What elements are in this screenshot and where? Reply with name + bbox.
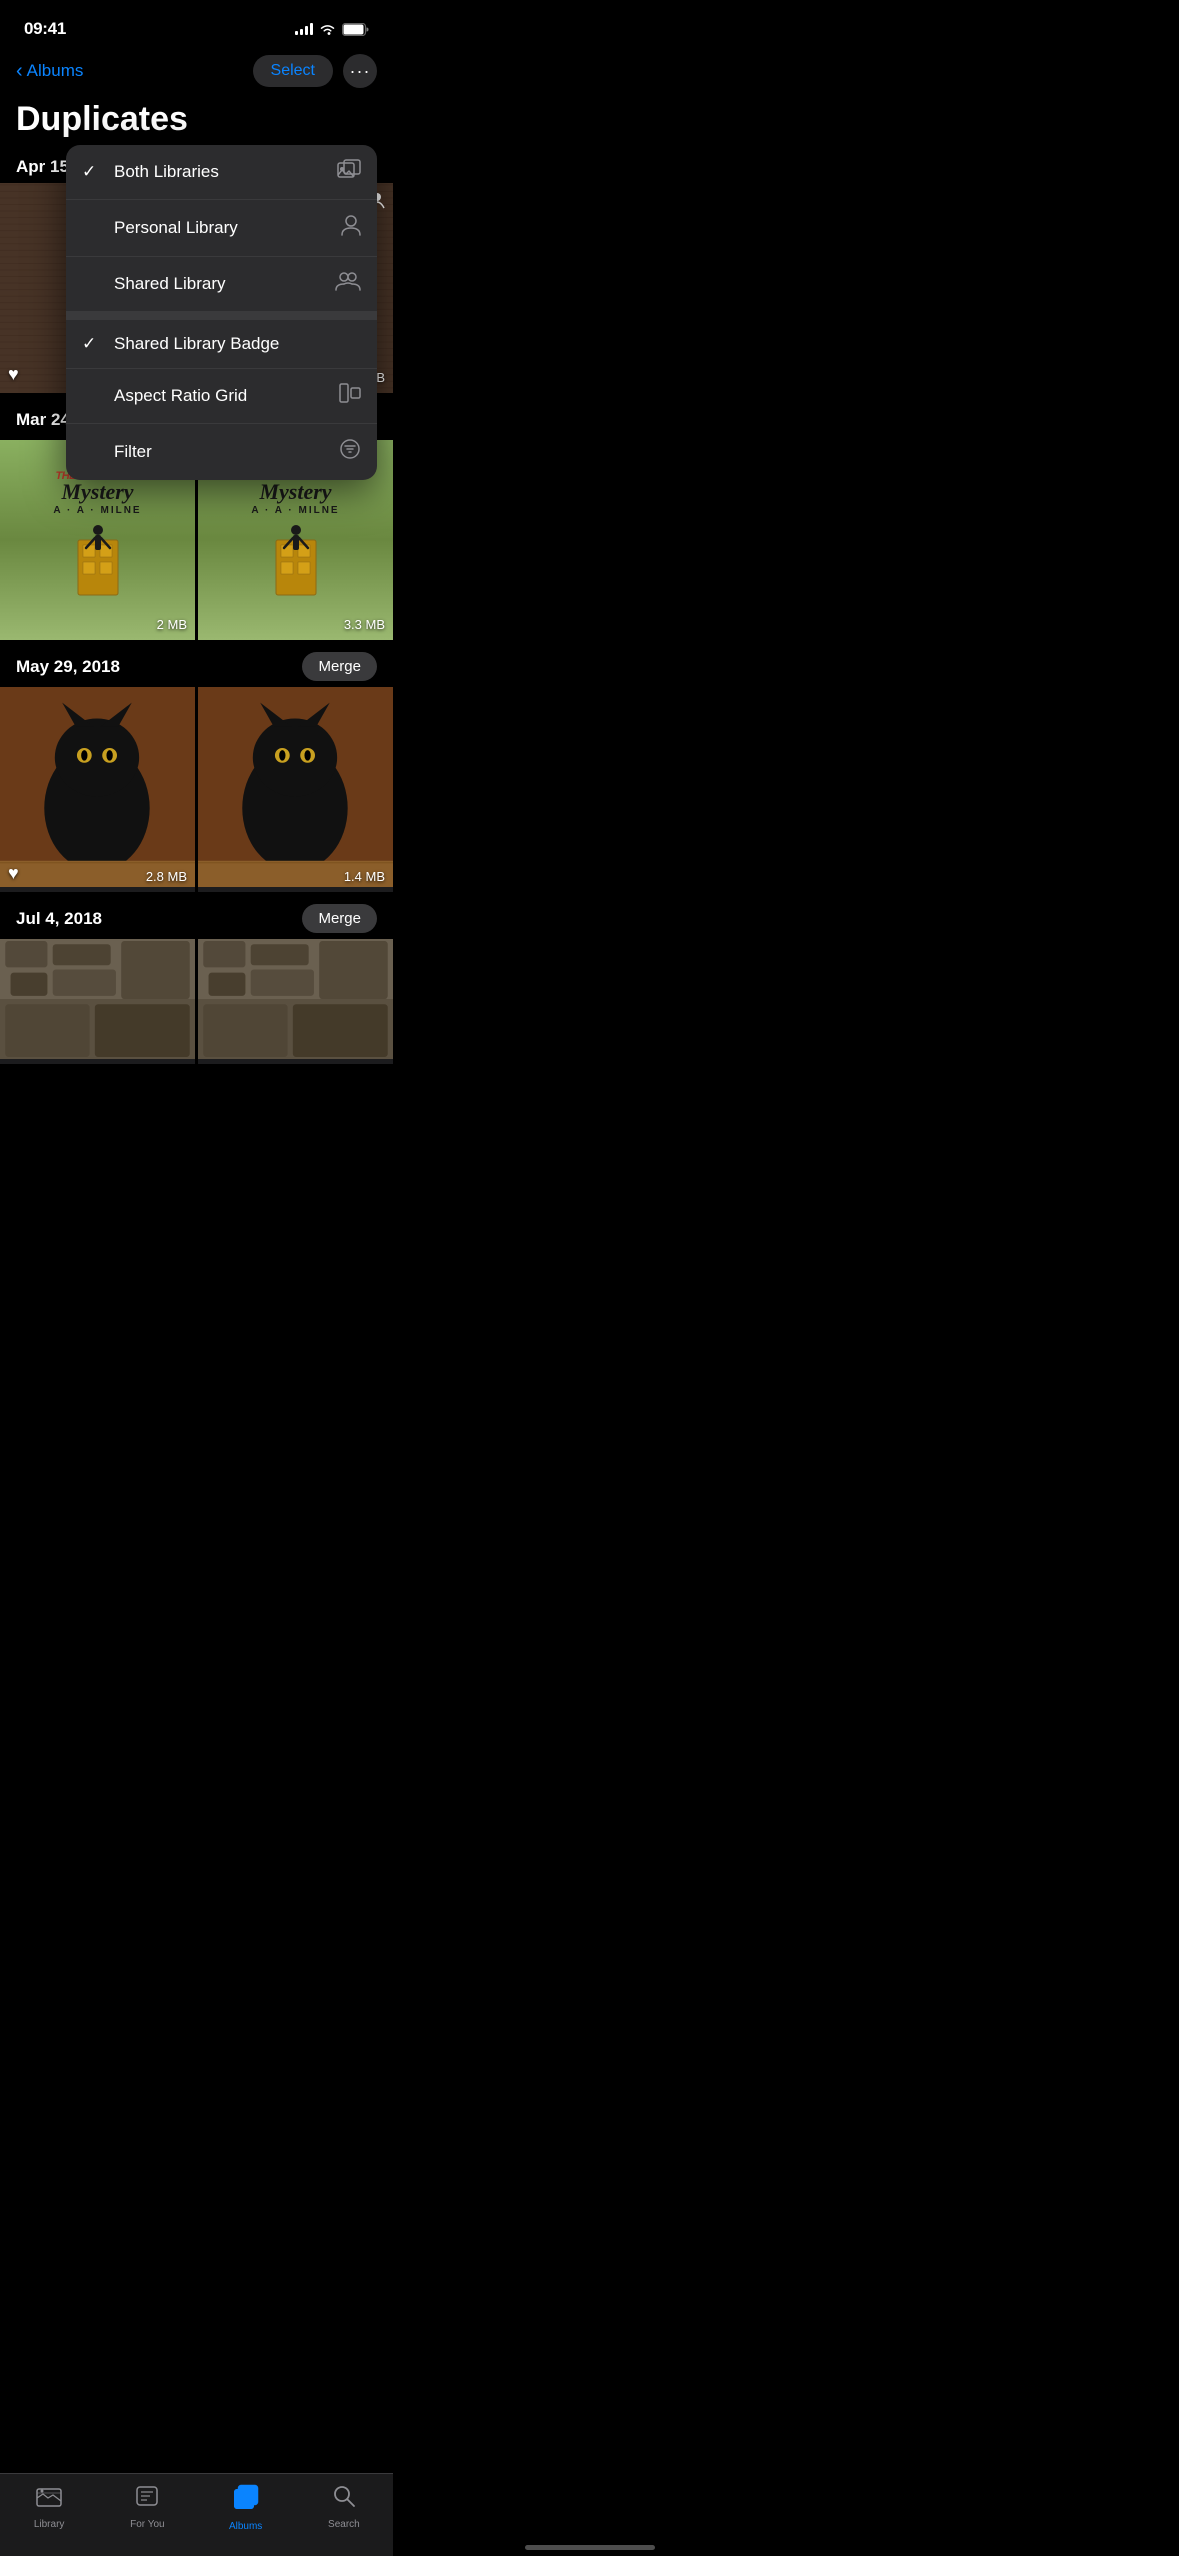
chevron-left-icon: ‹	[16, 61, 23, 81]
merge-button-2[interactable]: Merge	[302, 652, 377, 681]
dropdown-item-both-libraries[interactable]: ✓ Both Libraries	[66, 145, 377, 200]
battery-icon	[342, 23, 369, 36]
back-button[interactable]: ‹ Albums	[16, 61, 83, 81]
checkmark-both-libraries: ✓	[82, 162, 102, 182]
dropdown-item-shared-library-badge[interactable]: ✓ Shared Library Badge	[66, 320, 377, 369]
photo-row-3: ♥ 2.8 MB 1.4 MB	[0, 687, 393, 892]
tab-albums[interactable]: Albums	[197, 2484, 295, 2532]
photos-icon	[337, 159, 361, 185]
photo-cell-cat-3[interactable]: 1.4 MB	[198, 687, 393, 892]
search-icon	[332, 2484, 356, 2515]
heart-icon: ♥	[8, 364, 19, 385]
aspect-ratio-grid-label: Aspect Ratio Grid	[114, 386, 247, 406]
checkmark-shared-badge: ✓	[82, 334, 102, 354]
photo-size-4: 2.8 MB	[146, 869, 187, 884]
content-area: Apr 15, 2017	[0, 145, 393, 1154]
photo-size-2: 2 MB	[157, 617, 187, 632]
tab-library[interactable]: Library	[0, 2484, 98, 2532]
photo-size-5: 1.4 MB	[344, 869, 385, 884]
shared-library-label: Shared Library	[114, 274, 226, 294]
tab-for-you[interactable]: For You	[98, 2484, 196, 2532]
photo-size-3: 3.3 MB	[344, 617, 385, 632]
ellipsis-icon: ···	[350, 61, 371, 82]
date-label-3: May 29, 2018	[16, 657, 120, 677]
back-label: Albums	[27, 61, 84, 81]
shared-library-badge-label: Shared Library Badge	[114, 334, 279, 354]
dropdown-item-shared-library[interactable]: Shared Library	[66, 257, 377, 312]
select-button[interactable]: Select	[253, 55, 333, 87]
photo-cell-stone-1[interactable]	[0, 939, 195, 1064]
library-icon	[36, 2484, 62, 2515]
photo-group-4: Jul 4, 2018 Merge	[0, 892, 393, 1064]
heart-icon-2: ♥	[8, 863, 19, 884]
tab-search-label: Search	[328, 2519, 360, 2530]
person-icon	[341, 214, 361, 242]
tab-for-you-label: For You	[130, 2519, 164, 2530]
tab-albums-label: Albums	[229, 2521, 262, 2532]
tab-search[interactable]: Search	[295, 2484, 393, 2532]
signal-icon	[295, 23, 313, 35]
wifi-icon	[319, 23, 336, 36]
status-icons	[295, 23, 369, 36]
both-libraries-label: Both Libraries	[114, 162, 219, 182]
persons-icon	[335, 271, 361, 297]
filter-label: Filter	[114, 442, 152, 462]
nav-actions: Select ···	[253, 54, 377, 88]
personal-library-label: Personal Library	[114, 218, 238, 238]
page-title: Duplicates	[0, 96, 393, 145]
photo-group-3: May 29, 2018 Merge	[0, 640, 393, 892]
menu-separator	[66, 312, 377, 320]
dropdown-item-filter[interactable]: Filter	[66, 424, 377, 480]
navigation-bar: ‹ Albums Select ···	[0, 50, 393, 96]
home-indicator	[525, 2545, 655, 2550]
grid-icon	[339, 383, 361, 409]
date-header-4: Jul 4, 2018 Merge	[0, 892, 393, 939]
merge-button-3[interactable]: Merge	[302, 904, 377, 933]
dropdown-item-personal-library[interactable]: Personal Library	[66, 200, 377, 257]
status-time: 09:41	[24, 19, 66, 39]
photo-cell-stone-2[interactable]	[198, 939, 393, 1064]
filter-icon	[339, 438, 361, 466]
for-you-icon	[135, 2484, 159, 2515]
photo-cell-cat-2[interactable]: ♥ 2.8 MB	[0, 687, 195, 892]
albums-icon	[233, 2484, 259, 2517]
status-bar: 09:41	[0, 0, 393, 50]
tab-library-label: Library	[34, 2519, 65, 2530]
dropdown-menu[interactable]: ✓ Both Libraries Personal Library	[66, 145, 377, 480]
more-button[interactable]: ···	[343, 54, 377, 88]
dropdown-item-aspect-ratio-grid[interactable]: Aspect Ratio Grid	[66, 369, 377, 424]
photo-row-4	[0, 939, 393, 1064]
date-header-3: May 29, 2018 Merge	[0, 640, 393, 687]
tab-bar: Library For You Albums	[0, 2473, 393, 2556]
date-label-4: Jul 4, 2018	[16, 909, 102, 929]
